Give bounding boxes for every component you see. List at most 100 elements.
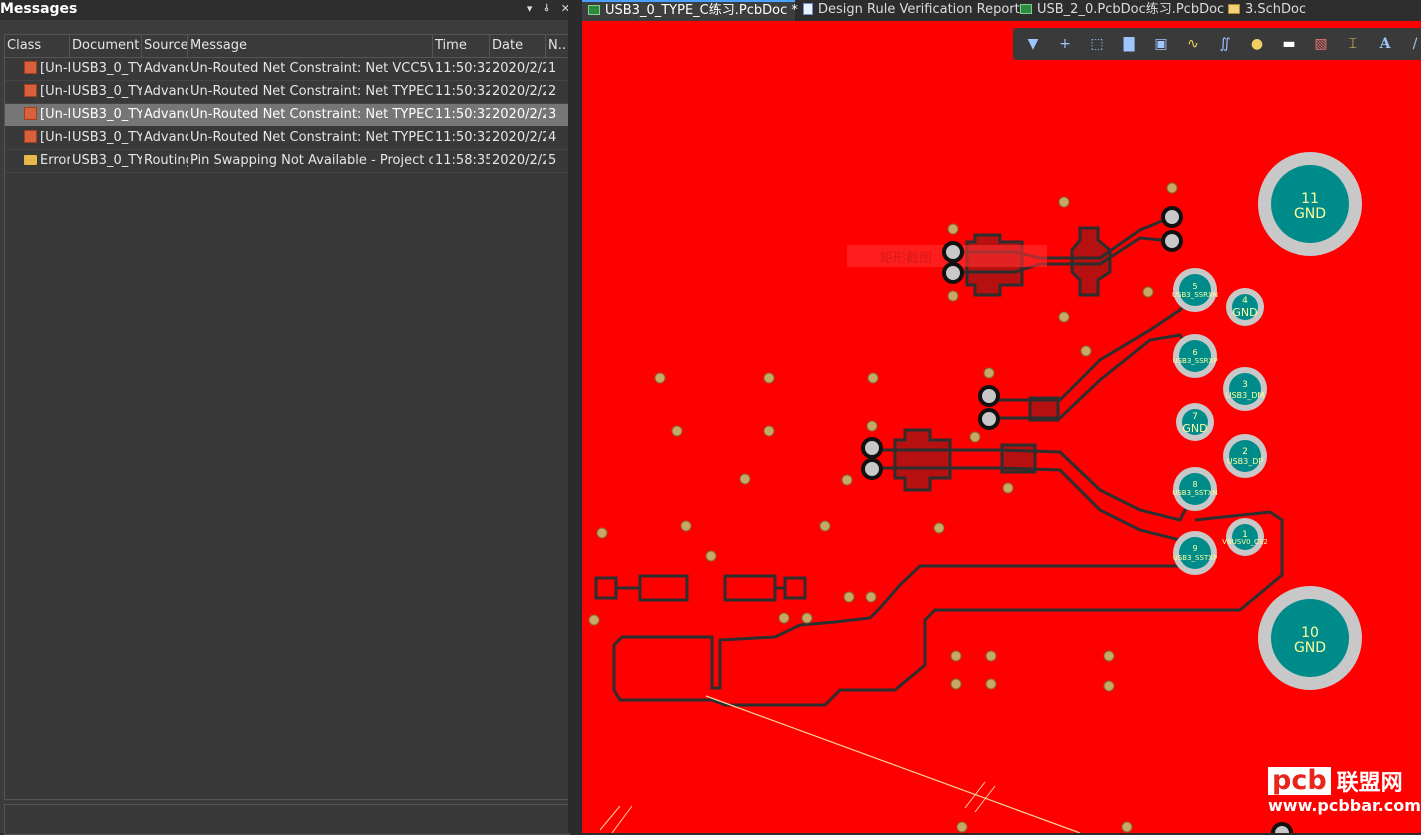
tab-label: 3.SchDoc xyxy=(1245,2,1307,17)
panel-menu-icon[interactable]: ▾ xyxy=(527,0,533,20)
row-date: 2020/2/2 xyxy=(492,153,546,168)
row-time: 11:50:32 xyxy=(435,61,490,76)
svg-text:USB3_SSRXP: USB3_SSRXP xyxy=(1172,357,1217,365)
row-divider xyxy=(5,80,569,81)
row-time: 11:50:32 xyxy=(435,107,490,122)
messages-table-header: Class Document Source Message Time Date … xyxy=(5,35,569,58)
row-class: [Un-Routed Net Constraint] xyxy=(40,130,70,145)
folder-icon xyxy=(24,155,37,165)
violation-icon xyxy=(24,130,37,143)
select-rect-icon[interactable]: ⬚ xyxy=(1087,34,1107,54)
watermark-brand: pcb xyxy=(1268,767,1331,795)
row-number: 1 xyxy=(548,61,557,76)
row-class: [Un-Routed Net Constraint] xyxy=(40,107,70,122)
row-date: 2020/2/2 xyxy=(492,130,546,145)
violation-icon xyxy=(24,61,37,74)
row-source: Advanced PCB xyxy=(144,107,188,122)
column-header-source[interactable]: Source xyxy=(142,35,188,57)
pcb-canvas[interactable]: 矩形截图 11 GND 10 GND 5 USB3_SSRXN 4 GND 6 … xyxy=(582,21,1421,833)
message-details-panel xyxy=(4,804,570,835)
svg-text:USB3_DM: USB3_DM xyxy=(1226,391,1265,400)
watermark: pcb 联盟网 www.pcbbar.com xyxy=(1266,766,1421,818)
row-number: 4 xyxy=(548,130,557,145)
tab-usb3-pcbdoc[interactable]: USB3_0_TYPE_C练习.PcbDoc * xyxy=(582,0,798,21)
filter-icon[interactable]: ▼ xyxy=(1023,34,1043,54)
row-document: USB3_0_TYPE_C练习.PcbDoc xyxy=(72,61,142,76)
svg-text:5: 5 xyxy=(1192,282,1197,291)
region-icon[interactable]: ⌶ xyxy=(1343,34,1363,54)
panel-splitter[interactable] xyxy=(568,0,580,833)
table-row[interactable]: [Un-Routed Net Constraint] USB3_0_TYPE_C… xyxy=(5,81,569,103)
row-message: Un-Routed Net Constraint: Net TYPEC0 xyxy=(190,107,433,122)
pcb-active-bar: ▼ + ⬚ ▇ ▣ ∿ ∬ ● ▬ ▧ ⌶ A ∕ xyxy=(1013,28,1421,60)
row-message: Un-Routed Net Constraint: Net TYPEC0 xyxy=(190,130,433,145)
table-row[interactable]: [Un-Routed Net Constraint] USB3_0_TYPE_C… xyxy=(5,127,569,149)
row-document: USB3_0_TYPE_C练习.PcbDoc xyxy=(72,130,142,145)
row-divider xyxy=(5,103,569,104)
pad-number: 11 xyxy=(1301,191,1319,207)
svg-text:2: 2 xyxy=(1242,447,1248,457)
svg-text:USB3_SSTXN: USB3_SSTXN xyxy=(1172,489,1218,497)
row-date: 2020/2/2 xyxy=(492,107,546,122)
ghost-label: 矩形截图 xyxy=(880,251,932,266)
row-message: Un-Routed Net Constraint: Net TYPEC0 xyxy=(190,84,433,99)
row-document: USB3_0_TYPE_C练习.PcbDoc xyxy=(72,153,142,168)
dimension-icon[interactable]: ▧ xyxy=(1311,34,1331,54)
cross-icon[interactable]: + xyxy=(1055,34,1075,54)
row-source: Routing xyxy=(144,153,188,168)
route-icon[interactable]: ∿ xyxy=(1183,34,1203,54)
svg-text:4: 4 xyxy=(1242,296,1248,306)
column-header-class[interactable]: Class xyxy=(5,35,70,57)
row-date: 2020/2/2 xyxy=(492,61,546,76)
pad-net: GND xyxy=(1294,640,1326,656)
watermark-cn: 联盟网 xyxy=(1336,771,1403,796)
column-header-document[interactable]: Document xyxy=(70,35,142,57)
tab-usb2-pcbdoc[interactable]: USB_2_0.PcbDoc练习.PcbDoc xyxy=(1014,0,1229,21)
svg-text:GND: GND xyxy=(1182,422,1207,435)
pcb-doc-icon xyxy=(588,5,600,15)
row-document: USB3_0_TYPE_C练习.PcbDoc xyxy=(72,84,142,99)
svg-text:USB3_DP: USB3_DP xyxy=(1227,457,1264,466)
diff-pair-icon[interactable]: ∬ xyxy=(1215,34,1235,54)
row-document: USB3_0_TYPE_C练习.PcbDoc xyxy=(72,107,142,122)
svg-text:3: 3 xyxy=(1242,380,1248,390)
polygon-icon[interactable]: ▬ xyxy=(1279,34,1299,54)
pcb-drawing: 矩形截图 11 GND 10 GND 5 USB3_SSRXN 4 GND 6 … xyxy=(588,152,1362,833)
report-doc-icon xyxy=(803,3,813,15)
tab-schdoc[interactable]: 3.SchDoc xyxy=(1222,0,1322,21)
line-icon[interactable]: ∕ xyxy=(1405,34,1421,54)
row-source: Advanced PCB xyxy=(144,84,188,99)
svg-text:USB3_SSTXP: USB3_SSTXP xyxy=(1173,554,1218,562)
svg-text:USB3_SSRXN: USB3_SSRXN xyxy=(1172,291,1218,299)
table-row[interactable]: [Un-Routed Net Constraint] USB3_0_TYPE_C… xyxy=(5,58,569,80)
align-icon[interactable]: ▇ xyxy=(1119,34,1139,54)
row-divider xyxy=(5,172,569,173)
messages-panel-header: Messages ▾ ⫰ ✕ xyxy=(0,0,580,20)
row-number: 5 xyxy=(548,153,557,168)
svg-text:8: 8 xyxy=(1192,480,1197,489)
violation-icon xyxy=(24,84,37,97)
svg-text:9: 9 xyxy=(1192,544,1197,553)
document-tab-bar: USB3_0_TYPE_C练习.PcbDoc * Design Rule Ver… xyxy=(582,0,1421,21)
column-header-date[interactable]: Date xyxy=(490,35,546,57)
component-icon[interactable]: ▣ xyxy=(1151,34,1171,54)
row-message: Pin Swapping Not Available - Project con… xyxy=(190,153,433,168)
column-header-number[interactable]: N.. xyxy=(546,35,569,57)
column-header-time[interactable]: Time xyxy=(433,35,490,57)
text-icon[interactable]: A xyxy=(1375,34,1395,54)
column-header-message[interactable]: Message xyxy=(188,35,433,57)
tab-drc-report[interactable]: Design Rule Verification Report xyxy=(797,0,1020,21)
row-class: [Un-Routed Net Constraint] xyxy=(40,84,70,99)
row-number: 3 xyxy=(548,107,557,122)
table-row[interactable]: Error USB3_0_TYPE_C练习.PcbDoc Routing Pin… xyxy=(5,150,569,172)
panel-title: Messages xyxy=(0,1,78,17)
row-time: 11:58:35 xyxy=(435,153,490,168)
pcb-doc-icon xyxy=(1020,4,1032,14)
panel-pin-icon[interactable]: ⫰ xyxy=(544,0,548,20)
svg-text:6: 6 xyxy=(1192,348,1197,357)
svg-text:VBUSV0_CS2: VBUSV0_CS2 xyxy=(1222,538,1268,546)
row-time: 11:50:32 xyxy=(435,84,490,99)
table-row-selected[interactable]: [Un-Routed Net Constraint] USB3_0_TYPE_C… xyxy=(5,104,569,126)
row-date: 2020/2/2 xyxy=(492,84,546,99)
pad-icon[interactable]: ● xyxy=(1247,34,1267,54)
